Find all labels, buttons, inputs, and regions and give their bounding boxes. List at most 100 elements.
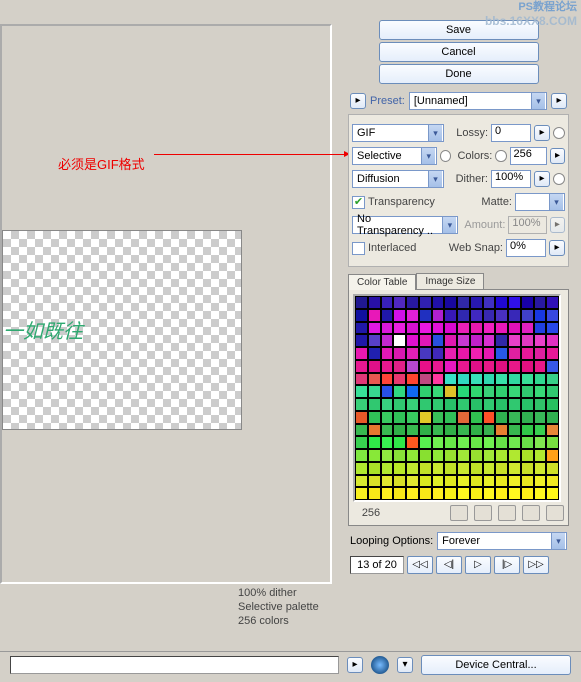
color-swatch[interactable] — [419, 296, 432, 309]
dither-mask-icon[interactable] — [553, 173, 565, 185]
color-swatch[interactable] — [495, 436, 508, 449]
color-swatch[interactable] — [393, 398, 406, 411]
color-swatch[interactable] — [406, 411, 419, 424]
color-swatch[interactable] — [521, 487, 534, 500]
color-swatch[interactable] — [444, 449, 457, 462]
color-swatch[interactable] — [393, 360, 406, 373]
color-swatch[interactable] — [432, 411, 445, 424]
color-swatch[interactable] — [393, 334, 406, 347]
color-swatch[interactable] — [393, 296, 406, 309]
color-swatch[interactable] — [546, 385, 559, 398]
color-swatch[interactable] — [470, 398, 483, 411]
color-swatch[interactable] — [470, 436, 483, 449]
color-swatch[interactable] — [457, 360, 470, 373]
cancel-button[interactable]: Cancel — [379, 42, 539, 62]
color-swatch[interactable] — [534, 322, 547, 335]
color-swatch[interactable] — [508, 462, 521, 475]
color-swatch[interactable] — [444, 385, 457, 398]
color-swatch[interactable] — [444, 475, 457, 488]
color-swatch[interactable] — [508, 487, 521, 500]
color-swatch[interactable] — [457, 475, 470, 488]
color-swatch[interactable] — [534, 296, 547, 309]
color-swatch[interactable] — [444, 398, 457, 411]
color-swatch[interactable] — [393, 347, 406, 360]
color-swatch[interactable] — [432, 322, 445, 335]
color-swatch[interactable] — [521, 385, 534, 398]
color-swatch[interactable] — [457, 385, 470, 398]
color-swatch[interactable] — [419, 462, 432, 475]
color-swatch[interactable] — [483, 309, 496, 322]
color-swatch[interactable] — [419, 449, 432, 462]
preset-select[interactable]: [Unnamed]▾ — [409, 92, 547, 110]
color-swatch[interactable] — [406, 296, 419, 309]
color-swatch[interactable] — [521, 360, 534, 373]
frame-last-button[interactable]: ▷▷ — [523, 556, 549, 574]
color-swatch[interactable] — [457, 309, 470, 322]
color-swatch[interactable] — [495, 334, 508, 347]
color-swatch[interactable] — [419, 385, 432, 398]
color-swatch[interactable] — [495, 347, 508, 360]
color-swatch[interactable] — [355, 309, 368, 322]
color-swatch[interactable] — [381, 322, 394, 335]
color-swatch[interactable] — [546, 487, 559, 500]
color-swatch[interactable] — [444, 322, 457, 335]
color-swatch[interactable] — [393, 322, 406, 335]
color-swatch[interactable] — [444, 436, 457, 449]
color-swatch[interactable] — [546, 334, 559, 347]
color-swatch[interactable] — [457, 334, 470, 347]
color-swatch[interactable] — [381, 309, 394, 322]
done-button[interactable]: Done — [379, 64, 539, 84]
color-swatch[interactable] — [483, 385, 496, 398]
color-swatch[interactable] — [393, 309, 406, 322]
color-swatch[interactable] — [368, 398, 381, 411]
color-swatch[interactable] — [508, 322, 521, 335]
color-swatch[interactable] — [457, 449, 470, 462]
color-swatch[interactable] — [368, 373, 381, 386]
matte-select[interactable]: ▾ — [515, 193, 565, 211]
color-swatch[interactable] — [457, 436, 470, 449]
color-swatch[interactable] — [483, 360, 496, 373]
color-swatch[interactable] — [470, 411, 483, 424]
interlaced-checkbox[interactable] — [352, 242, 365, 255]
color-swatch[interactable] — [406, 424, 419, 437]
color-swatch[interactable] — [406, 398, 419, 411]
color-swatch[interactable] — [483, 475, 496, 488]
color-swatch[interactable] — [483, 322, 496, 335]
color-swatch[interactable] — [508, 385, 521, 398]
color-swatch[interactable] — [419, 487, 432, 500]
color-swatch[interactable] — [444, 347, 457, 360]
color-swatch[interactable] — [432, 424, 445, 437]
color-swatch[interactable] — [406, 487, 419, 500]
color-swatch[interactable] — [432, 334, 445, 347]
color-swatch[interactable] — [381, 436, 394, 449]
color-swatch[interactable] — [483, 334, 496, 347]
color-swatch[interactable] — [508, 475, 521, 488]
color-swatch[interactable] — [470, 309, 483, 322]
color-swatch[interactable] — [393, 436, 406, 449]
color-swatch[interactable] — [393, 462, 406, 475]
color-swatch[interactable] — [393, 487, 406, 500]
color-swatch[interactable] — [457, 411, 470, 424]
color-swatch[interactable] — [393, 449, 406, 462]
browser-arrow-icon[interactable]: ▾ — [397, 657, 413, 673]
color-swatch[interactable] — [368, 347, 381, 360]
color-swatch[interactable] — [355, 424, 368, 437]
color-swatch[interactable] — [483, 411, 496, 424]
color-swatch[interactable] — [355, 475, 368, 488]
color-swatch[interactable] — [470, 449, 483, 462]
tab-image-size[interactable]: Image Size — [416, 273, 484, 289]
color-swatch[interactable] — [381, 347, 394, 360]
color-swatch[interactable] — [406, 373, 419, 386]
color-swatch[interactable] — [470, 360, 483, 373]
color-swatch[interactable] — [355, 436, 368, 449]
color-swatch[interactable] — [393, 385, 406, 398]
preview-canvas[interactable]: 一如既往 — [2, 230, 242, 430]
color-swatch[interactable] — [457, 373, 470, 386]
color-swatch[interactable] — [495, 322, 508, 335]
device-central-button[interactable]: Device Central... — [421, 655, 571, 675]
color-swatch[interactable] — [508, 334, 521, 347]
color-swatch[interactable] — [508, 373, 521, 386]
color-table-grid[interactable] — [353, 294, 561, 502]
color-swatch[interactable] — [508, 436, 521, 449]
color-swatch[interactable] — [432, 436, 445, 449]
